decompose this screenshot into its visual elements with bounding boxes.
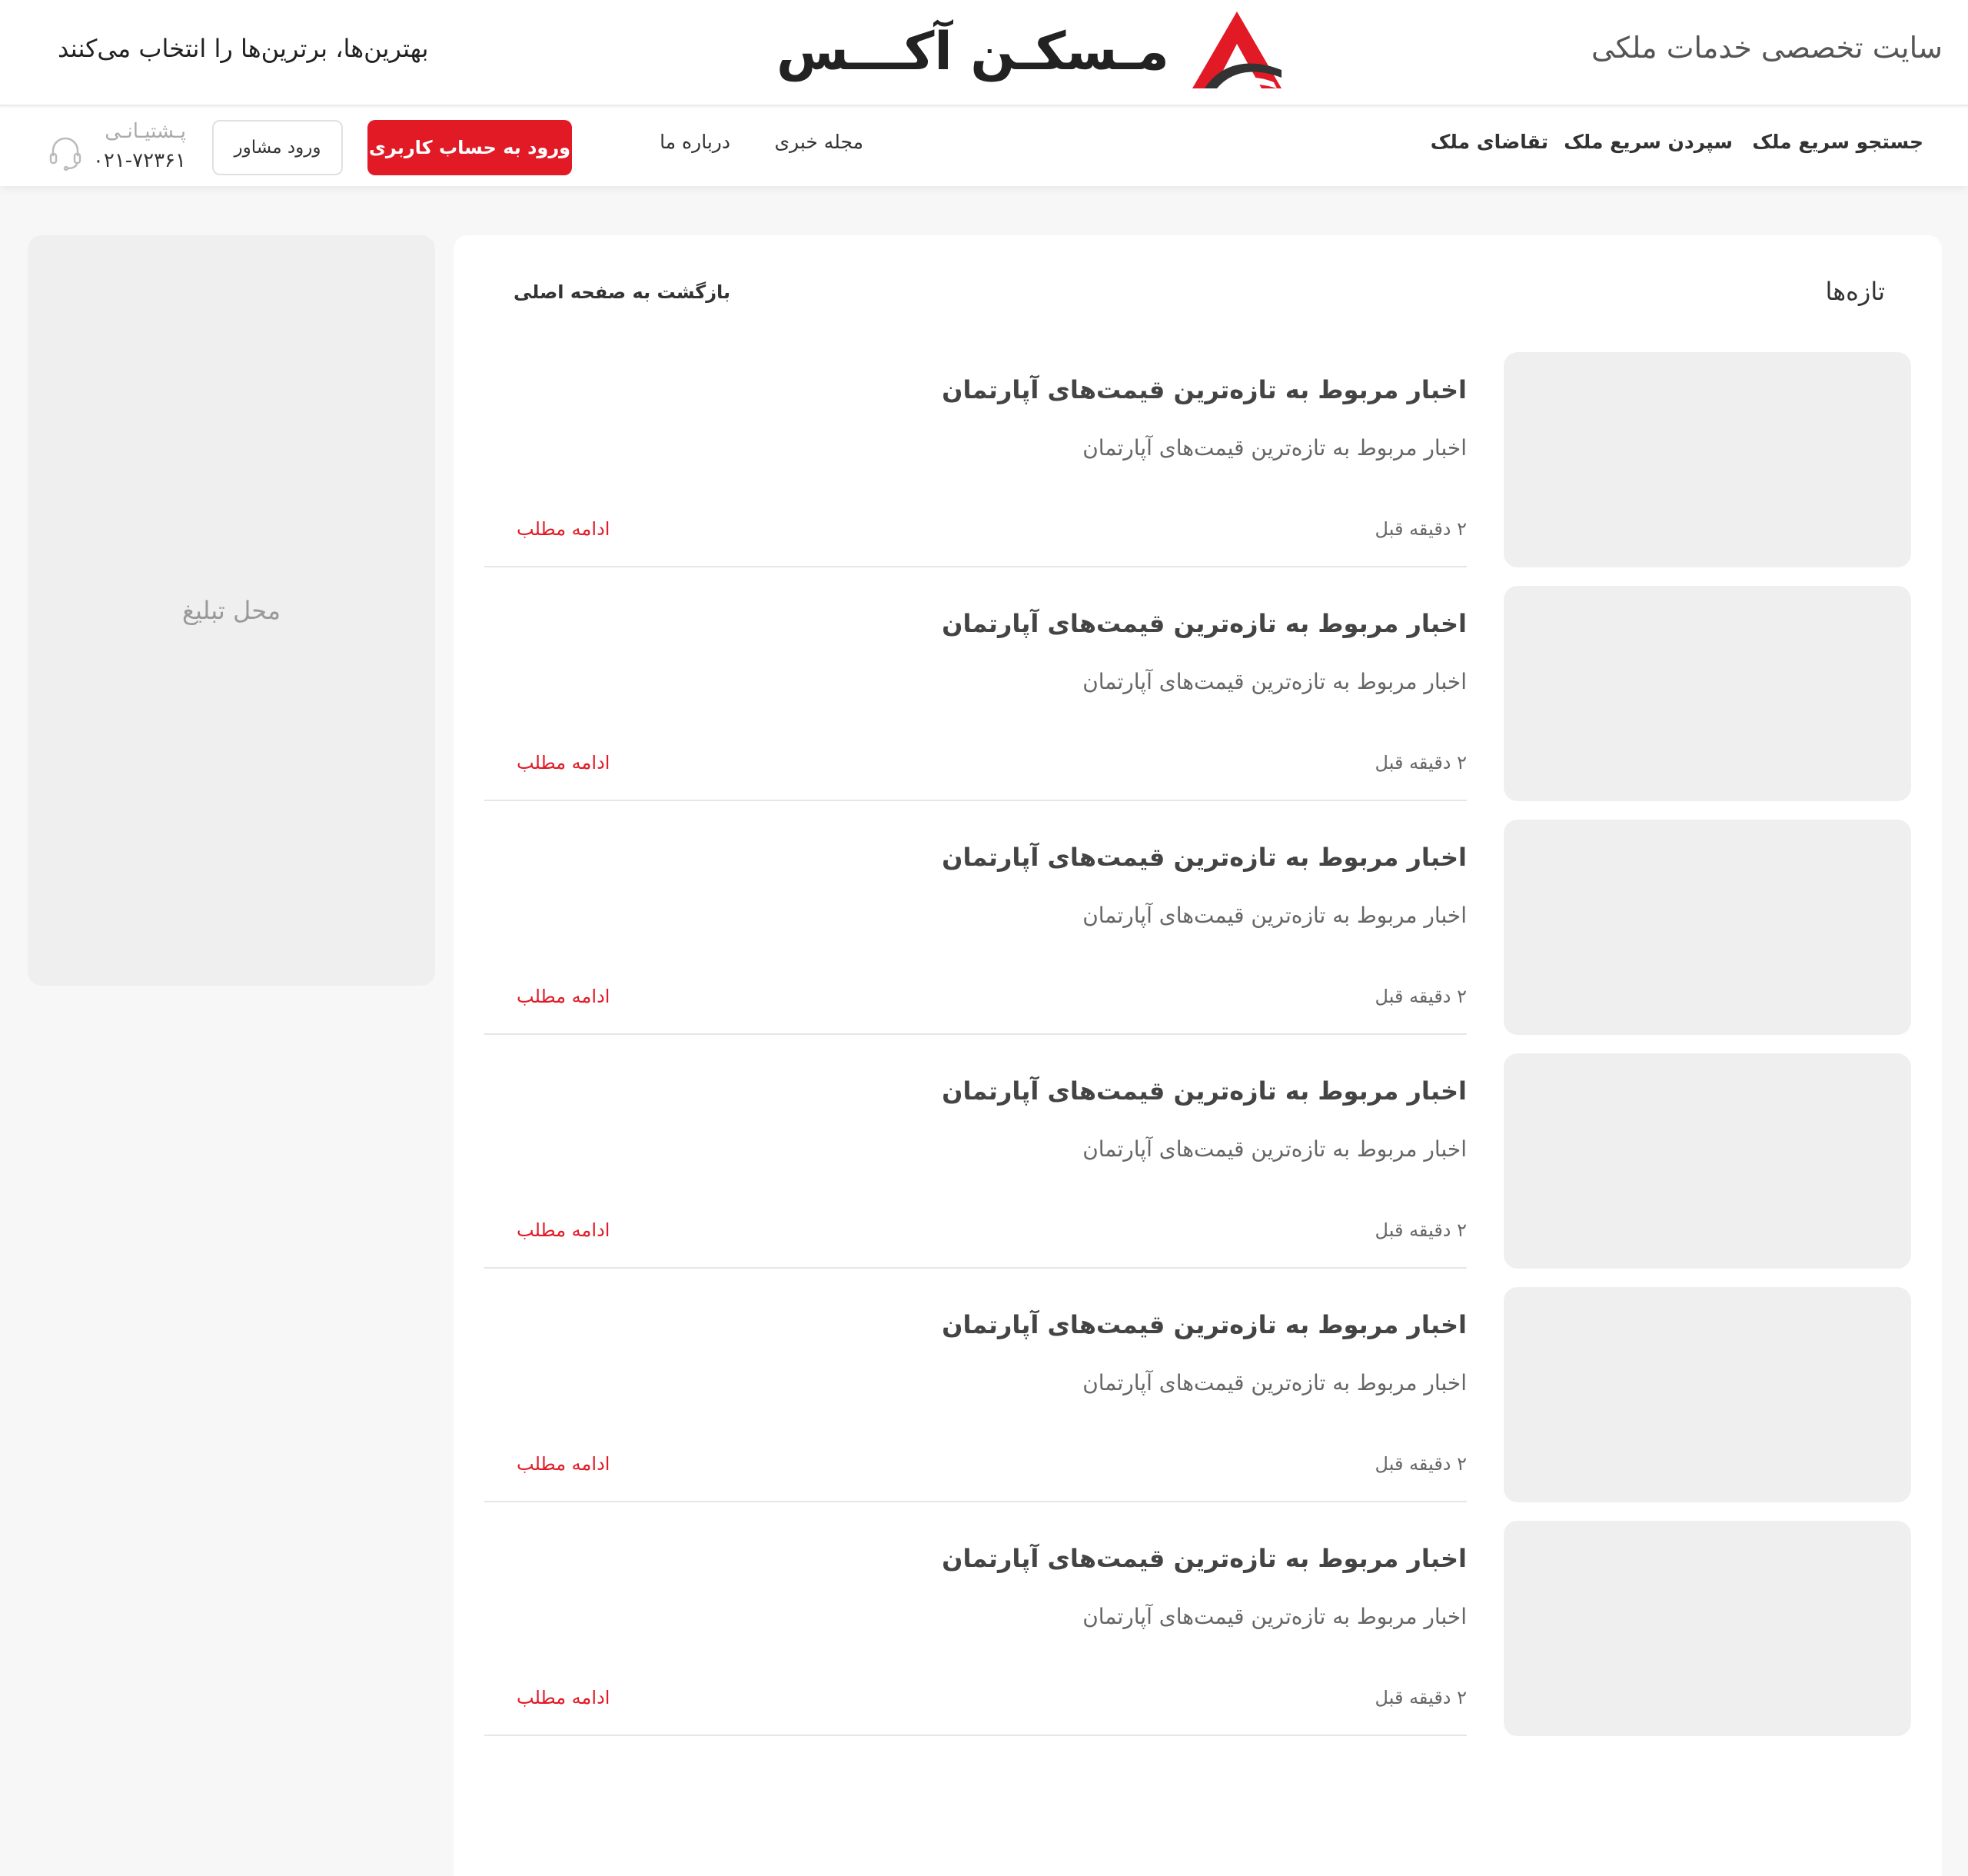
article-title[interactable]: اخبار مربوط به تازه‌ترین قیمت‌های آپارتم… bbox=[942, 609, 1467, 638]
advisor-login-button[interactable]: ورود مشاور bbox=[212, 120, 343, 175]
article-thumbnail[interactable] bbox=[1504, 586, 1911, 801]
read-more-link[interactable]: ادامه مطلب bbox=[517, 1453, 610, 1475]
article-title[interactable]: اخبار مربوط به تازه‌ترین قیمت‌های آپارتم… bbox=[942, 1310, 1467, 1339]
article-card[interactable]: اخبار مربوط به تازه‌ترین قیمت‌های آپارتم… bbox=[484, 352, 1911, 567]
nav-quick-search[interactable]: جستجو سریع ملک bbox=[1752, 131, 1923, 153]
article-time: ۲ دقیقه قبل bbox=[1375, 986, 1467, 1007]
article-title[interactable]: اخبار مربوط به تازه‌ترین قیمت‌های آپارتم… bbox=[942, 1076, 1467, 1106]
article-summary: اخبار مربوط به تازه‌ترین قیمت‌های آپارتم… bbox=[1082, 1370, 1467, 1395]
nav-property-request[interactable]: تقاضای ملک bbox=[1431, 131, 1548, 153]
article-body: اخبار مربوط به تازه‌ترین قیمت‌های آپارتم… bbox=[484, 820, 1467, 1035]
article-body: اخبار مربوط به تازه‌ترین قیمت‌های آپارتم… bbox=[484, 1053, 1467, 1269]
back-to-home-link[interactable]: بازگشت به صفحه اصلی bbox=[514, 281, 730, 303]
site-header: سایت تخصصی خدمات ملکی مـسکـن آکـــس بهتر… bbox=[0, 0, 1968, 106]
read-more-link[interactable]: ادامه مطلب bbox=[517, 752, 610, 773]
article-time: ۲ دقیقه قبل bbox=[1375, 1687, 1467, 1708]
main-navbar: جستجو سریع ملک سپردن سریع ملک تقاضای ملک… bbox=[0, 108, 1968, 186]
nav-about-us[interactable]: درباره ما bbox=[660, 131, 730, 153]
article-card[interactable]: اخبار مربوط به تازه‌ترین قیمت‌های آپارتم… bbox=[484, 820, 1911, 1035]
article-time: ۲ دقیقه قبل bbox=[1375, 752, 1467, 773]
article-time: ۲ دقیقه قبل bbox=[1375, 518, 1467, 540]
read-more-link[interactable]: ادامه مطلب bbox=[517, 518, 610, 540]
brand-logo-icon bbox=[1192, 12, 1282, 88]
nav-news-magazine[interactable]: مجله خبری bbox=[774, 131, 863, 153]
article-thumbnail[interactable] bbox=[1504, 1287, 1911, 1502]
article-body: اخبار مربوط به تازه‌ترین قیمت‌های آپارتم… bbox=[484, 352, 1467, 567]
nav-quick-submit[interactable]: سپردن سریع ملک bbox=[1564, 131, 1733, 153]
support-label: پـشتیـانـی bbox=[105, 120, 186, 143]
article-summary: اخبار مربوط به تازه‌ترین قیمت‌های آپارتم… bbox=[1082, 903, 1467, 928]
ad-label: محل تبلیغ bbox=[181, 596, 281, 625]
article-thumbnail[interactable] bbox=[1504, 820, 1911, 1035]
article-summary: اخبار مربوط به تازه‌ترین قیمت‌های آپارتم… bbox=[1082, 1136, 1467, 1162]
article-card[interactable]: اخبار مربوط به تازه‌ترین قیمت‌های آپارتم… bbox=[484, 1287, 1911, 1502]
article-card[interactable]: اخبار مربوط به تازه‌ترین قیمت‌های آپارتم… bbox=[484, 1521, 1911, 1736]
brand-name: مـسکـن آکـــس bbox=[776, 21, 1169, 82]
read-more-link[interactable]: ادامه مطلب bbox=[517, 1687, 610, 1708]
article-card[interactable]: اخبار مربوط به تازه‌ترین قیمت‌های آپارتم… bbox=[484, 1053, 1911, 1269]
headset-icon bbox=[49, 137, 81, 171]
article-title[interactable]: اخبار مربوط به تازه‌ترین قیمت‌های آپارتم… bbox=[942, 375, 1467, 404]
read-more-link[interactable]: ادامه مطلب bbox=[517, 1219, 610, 1241]
article-summary: اخبار مربوط به تازه‌ترین قیمت‌های آپارتم… bbox=[1082, 669, 1467, 694]
support-contact[interactable]: پـشتیـانـی ۰۲۱-۷۲۳۶۱ bbox=[46, 118, 192, 177]
article-summary: اخبار مربوط به تازه‌ترین قیمت‌های آپارتم… bbox=[1082, 1604, 1467, 1629]
article-summary: اخبار مربوط به تازه‌ترین قیمت‌های آپارتم… bbox=[1082, 435, 1467, 461]
article-body: اخبار مربوط به تازه‌ترین قیمت‌های آپارتم… bbox=[484, 1521, 1467, 1736]
ad-placeholder[interactable]: محل تبلیغ bbox=[28, 235, 435, 986]
article-thumbnail[interactable] bbox=[1504, 1521, 1911, 1736]
article-thumbnail[interactable] bbox=[1504, 352, 1911, 567]
news-panel: تازه‌ها بازگشت به صفحه اصلی اخبار مربوط … bbox=[454, 235, 1942, 1876]
brand[interactable]: مـسکـن آکـــس bbox=[776, 9, 1283, 94]
slogan: بهترین‌ها، برترین‌ها را انتخاب می‌کنند bbox=[58, 34, 429, 63]
article-body: اخبار مربوط به تازه‌ترین قیمت‌های آپارتم… bbox=[484, 1287, 1467, 1502]
article-body: اخبار مربوط به تازه‌ترین قیمت‌های آپارتم… bbox=[484, 586, 1467, 801]
article-thumbnail[interactable] bbox=[1504, 1053, 1911, 1269]
support-phone[interactable]: ۰۲۱-۷۲۳۶۱ bbox=[93, 149, 186, 172]
article-time: ۲ دقیقه قبل bbox=[1375, 1219, 1467, 1241]
article-title[interactable]: اخبار مربوط به تازه‌ترین قیمت‌های آپارتم… bbox=[942, 1544, 1467, 1573]
read-more-link[interactable]: ادامه مطلب bbox=[517, 986, 610, 1007]
article-card[interactable]: اخبار مربوط به تازه‌ترین قیمت‌های آپارتم… bbox=[484, 586, 1911, 801]
article-time: ۲ دقیقه قبل bbox=[1375, 1453, 1467, 1475]
article-title[interactable]: اخبار مربوط به تازه‌ترین قیمت‌های آپارتم… bbox=[942, 843, 1467, 872]
site-tagline: سایت تخصصی خدمات ملکی bbox=[1591, 31, 1943, 65]
section-title: تازه‌ها bbox=[1825, 277, 1886, 306]
login-button[interactable]: ورود به حساب کاربری bbox=[367, 120, 572, 175]
